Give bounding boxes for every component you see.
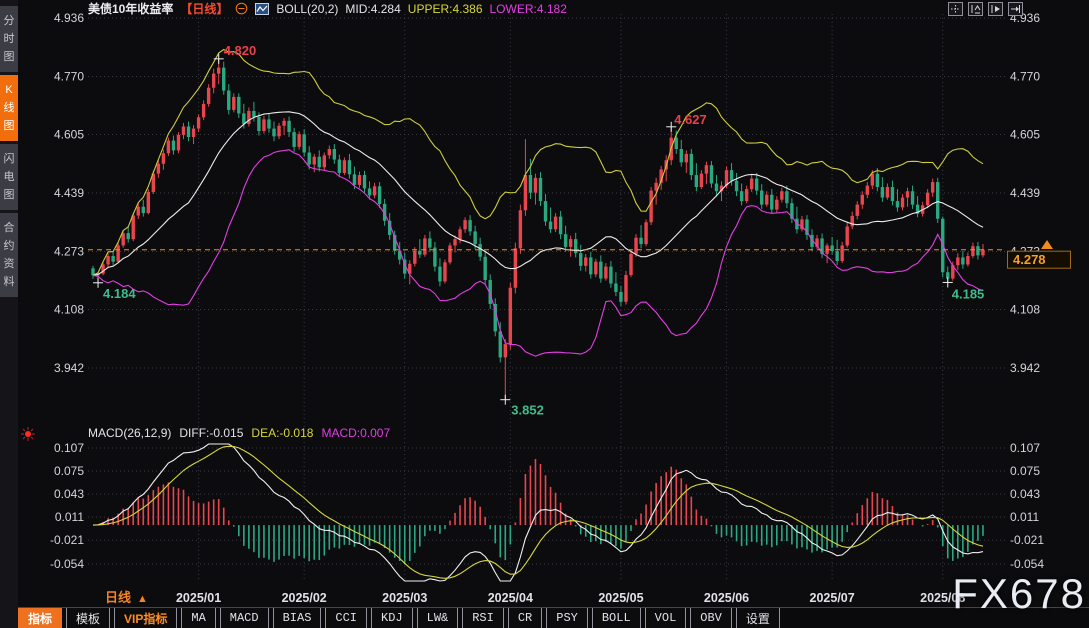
price-axis-label-left: 4.273 [54,244,84,258]
chart-canvas[interactable]: 4.9364.9364.7704.7704.6054.6054.4394.439… [0,0,1089,628]
current-price-value: 4.278 [1013,252,1046,267]
macd-axis-label-right: 0.107 [1010,441,1040,455]
toolbar-tab-OBV[interactable]: OBV [690,608,732,628]
macd-diff-line [93,444,983,581]
macd-axis-label-left: -0.054 [50,557,84,571]
x-axis-month-label: 2025/04 [488,591,533,605]
toolbar-tab-CCI[interactable]: CCI [325,608,367,628]
x-axis-month-label: 2025/03 [382,591,427,605]
boll-label: BOLL(20,2) [276,2,338,16]
boll-lower-line [93,150,983,357]
toolbar-tab-LW&[interactable]: LW& [417,608,459,628]
annotation-4.627: 4.627 [674,112,707,127]
price-axis-label-right: 4.108 [1010,303,1040,317]
price-axis-label-left: 4.936 [54,11,84,25]
toolbar-tab-MA[interactable]: MA [181,608,215,628]
indicator-toolbar: 指标模板VIP指标MAMACDBIASCCIKDJLW&RSICRPSYBOLL… [18,607,1089,628]
price-axis-label-right: 3.942 [1010,361,1040,375]
macd-axis-label-right: 0.011 [1010,510,1039,524]
x-axis-month-label: 2025/06 [704,591,749,605]
price-arrow-icon [1041,240,1053,249]
period-selector[interactable]: 日线 ▲ [105,587,148,606]
macd-panel [93,444,983,581]
boll-mid-line [93,112,983,276]
annotation-3.852: 3.852 [511,403,544,418]
chart-header: 美债10年收益率 【日线】 BOLL(20,2) MID:4.284 UPPER… [88,1,567,16]
x-axis-scale-icon[interactable] [988,2,1003,16]
candlestick-series [91,59,984,400]
sidebar-tab-闪电图[interactable]: 闪电图 [0,144,18,210]
macd-axis-label-left: 0.075 [54,464,84,478]
price-axis-label-right: 4.439 [1010,186,1040,200]
period-tag: 【日线】 [180,0,228,17]
toolbar-tab-模板[interactable]: 模板 [66,608,110,628]
minus-circle-icon[interactable] [235,2,248,15]
macd-label: MACD(26,12,9) [88,426,171,440]
price-axis-label-left: 4.108 [54,303,84,317]
sidebar-tab-合约资料[interactable]: 合约资料 [0,213,18,297]
grid-lines [88,14,1005,582]
watermark: FX678 [952,570,1086,618]
x-axis-month-label: 2025/07 [810,591,855,605]
boll-mid-value: MID:4.284 [345,2,400,16]
macd-diff-value: DIFF:-0.015 [179,426,243,440]
macd-macd-value: MACD:0.007 [321,426,390,440]
pan-right-icon[interactable] [1008,2,1023,16]
triangle-up-icon: ▲ [137,593,148,605]
boll-upper-line [93,50,983,276]
price-annotations: 4.820 4.184 4.627 3.852 4.185 [93,43,984,418]
price-axis-label-left: 3.942 [54,361,84,375]
macd-axis-label-left: 0.043 [54,487,84,501]
price-axis-label-left: 4.770 [54,69,84,83]
price-axis-label-right: 4.605 [1010,128,1040,142]
boll-lower-value: LOWER:4.182 [490,2,567,16]
macd-axis-label-left: -0.021 [50,533,84,547]
annotation-4.184: 4.184 [103,286,136,301]
toolbar-tab-PSY[interactable]: PSY [546,608,588,628]
toolbar-tab-BIAS[interactable]: BIAS [273,608,322,628]
annotation-4.185: 4.185 [952,286,985,301]
x-axis-month-label: 2025/05 [598,591,643,605]
macd-axis-label-left: 0.107 [54,441,84,455]
sidebar-tab-分时图[interactable]: 分时图 [0,6,18,72]
toolbar-tab-VIP指标[interactable]: VIP指标 [114,608,177,628]
macd-axis-label-right: 0.043 [1010,487,1040,501]
chart-tool-icons [948,2,1023,16]
price-axis-label-right: 4.770 [1010,69,1040,83]
macd-axis-label-left: 0.011 [55,510,84,524]
toolbar-tab-RSI[interactable]: RSI [462,608,504,628]
instrument-title: 美债10年收益率 [88,0,173,17]
annotation-4.820: 4.820 [224,43,257,58]
toolbar-tab-CR[interactable]: CR [508,608,542,628]
macd-dea-value: DEA:-0.018 [251,426,313,440]
sidebar: 分时图 K线图闪电图合约资料 [0,0,18,628]
trading-chart-app: 分时图K线图闪电图合约资料 4.9364.9364.7704.7704.6054… [0,0,1089,628]
macd-header: MACD(26,12,9) DIFF:-0.015 DEA:-0.018 MAC… [88,426,390,440]
sidebar-tab-K线图[interactable]: K线图 [0,75,18,141]
x-axis-month-label: 2025/01 [176,591,221,605]
bollinger-bands [93,50,983,357]
chart-thumbnail-icon[interactable] [255,3,269,15]
y-axis-scale-icon[interactable] [968,2,983,16]
toolbar-tab-设置[interactable]: 设置 [736,608,780,628]
period-text: 日线 [105,590,131,605]
sidebar-tabs: 分时图 K线图闪电图合约资料 [0,0,18,297]
crosshair-icon[interactable] [948,2,963,16]
toolbar-tab-指标[interactable]: 指标 [18,608,62,628]
toolbar-tab-MACD[interactable]: MACD [220,608,269,628]
toolbar-tab-KDJ[interactable]: KDJ [371,608,413,628]
price-axis-label-left: 4.439 [54,186,84,200]
macd-axis-label-right: -0.021 [1010,533,1044,547]
x-axis-month-label: 2025/02 [282,591,327,605]
macd-axis-label-right: 0.075 [1010,464,1040,478]
boll-upper-value: UPPER:4.386 [408,2,483,16]
toolbar-tab-VOL[interactable]: VOL [645,608,687,628]
price-axis-label-left: 4.605 [54,128,84,142]
toolbar-tab-BOLL[interactable]: BOLL [592,608,641,628]
live-alert-icon [20,426,36,447]
macd-axis-label-right: -0.054 [1010,557,1044,571]
